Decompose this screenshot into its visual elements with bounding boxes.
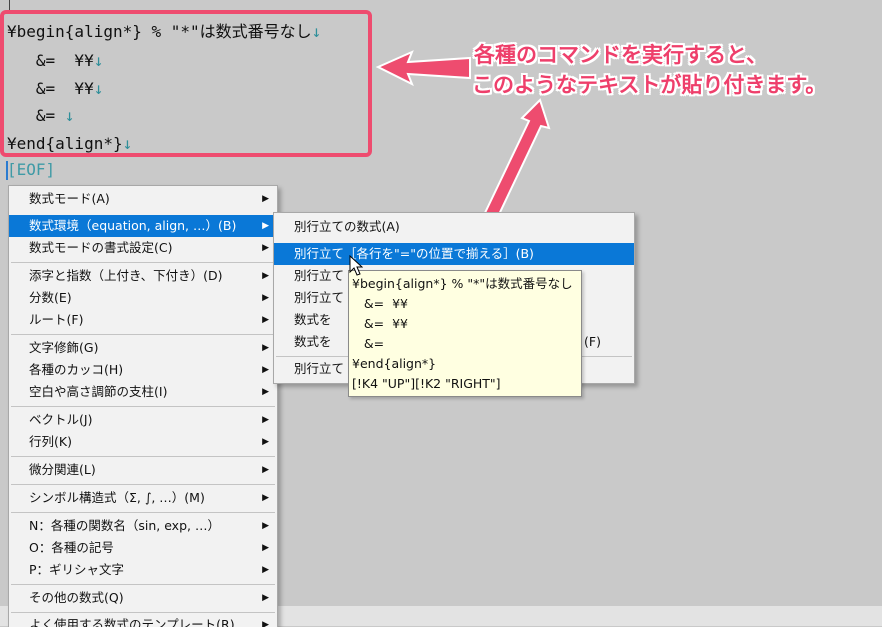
menu-item-greek[interactable]: P：ギリシャ文字 ▶ (9, 559, 277, 581)
menu-item-brackets[interactable]: 各種のカッコ(H) ▶ (9, 359, 277, 381)
menu-separator (11, 334, 275, 335)
submenu-arrow-icon: ▶ (262, 415, 269, 425)
menu-item-symbols[interactable]: O：各種の記号 ▶ (9, 537, 277, 559)
menu-item-math-environment[interactable]: 数式環境（equation, align, …）(B) ▶ (9, 215, 277, 237)
submenu-arrow-icon: ▶ (262, 293, 269, 303)
menu-item-subscript[interactable]: 添字と指数（上付き、下付き）(D) ▶ (9, 265, 277, 287)
submenu-arrow-icon: ▶ (262, 365, 269, 375)
submenu-item-align[interactable]: 別行立て［各行を"="の位置で揃える］(B) (274, 243, 634, 265)
tooltip-line: [!K4 "UP"][!K2 "RIGHT"] (352, 376, 501, 391)
menu-item-vector[interactable]: ベクトル(J) ▶ (9, 409, 277, 431)
submenu-arrow-icon: ▶ (262, 221, 269, 231)
arrow-to-frame (375, 50, 471, 87)
math-menu: 数式モード(A) ▶ 数式環境（equation, align, …）(B) ▶ 数… (8, 185, 278, 627)
submenu-arrow-icon: ▶ (262, 387, 269, 397)
menu-separator (11, 512, 275, 513)
submenu-arrow-icon: ▶ (262, 521, 269, 531)
submenu-arrow-icon: ▶ (262, 315, 269, 325)
menu-item-symbol-structure[interactable]: シンボル構造式（Σ, ∫, …）(M) ▶ (9, 487, 277, 509)
submenu-arrow-icon: ▶ (262, 620, 269, 627)
menu-item-text-decoration[interactable]: 文字修飾(G) ▶ (9, 337, 277, 359)
submenu-arrow-icon: ▶ (262, 343, 269, 353)
menu-item-fraction[interactable]: 分数(E) ▶ (9, 287, 277, 309)
menu-item-math-format[interactable]: 数式モードの書式設定(C) ▶ (9, 237, 277, 259)
mouse-pointer-icon (349, 255, 363, 276)
menu-separator (11, 262, 275, 263)
submenu-arrow-icon: ▶ (262, 493, 269, 503)
tooltip-line: &= ¥¥ (352, 316, 408, 331)
submenu-arrow-icon: ▶ (262, 243, 269, 253)
menu-item-matrix[interactable]: 行列(K) ▶ (9, 431, 277, 453)
menu-separator (11, 612, 275, 613)
menu-item-math-mode[interactable]: 数式モード(A) ▶ (9, 188, 277, 210)
submenu-arrow-icon: ▶ (262, 465, 269, 475)
menu-separator (11, 484, 275, 485)
preview-tooltip: ¥begin{align*} % "*"は数式番号なし &= ¥¥ &= ¥¥ … (348, 270, 582, 397)
tooltip-line: &= ¥¥ (352, 296, 408, 311)
menu-item-differential[interactable]: 微分関連(L) ▶ (9, 459, 277, 481)
submenu-arrow-icon: ▶ (262, 565, 269, 575)
submenu-arrow-icon: ▶ (262, 543, 269, 553)
submenu-arrow-icon: ▶ (262, 271, 269, 281)
submenu-item-6-shortcut: (F) (584, 334, 601, 349)
menu-separator (11, 584, 275, 585)
menu-item-function-names[interactable]: N：各種の関数名（sin, exp, …） ▶ (9, 515, 277, 537)
menu-item-other-math[interactable]: その他の数式(Q) ▶ (9, 587, 277, 609)
tooltip-line: ¥begin{align*} % "*"は数式番号なし (352, 276, 573, 291)
menu-item-spacing[interactable]: 空白や高さ調節の支柱(I) ▶ (9, 381, 277, 403)
annotation-text-line-1: 各種のコマンドを実行すると、 (474, 43, 768, 67)
tooltip-line: ¥end{align*} (352, 356, 437, 371)
tooltip-line: &= (352, 336, 385, 351)
menu-item-root[interactable]: ルート(F) ▶ (9, 309, 277, 331)
submenu-arrow-icon: ▶ (262, 194, 269, 204)
menu-separator (11, 406, 275, 407)
menu-separator (11, 456, 275, 457)
editor-window: ¥begin{align*} % "*"は数式番号なし↓ &= ¥¥↓ &= ¥… (0, 0, 882, 627)
menu-item-templates[interactable]: よく使用する数式のテンプレート(R) ▶ (9, 614, 277, 627)
submenu-arrow-icon: ▶ (262, 437, 269, 447)
submenu-arrow-icon: ▶ (262, 593, 269, 603)
submenu-item-display-math[interactable]: 別行立ての数式(A) (274, 216, 634, 238)
annotation-text-line-2: このようなテキストが貼り付きます。 (472, 73, 827, 97)
